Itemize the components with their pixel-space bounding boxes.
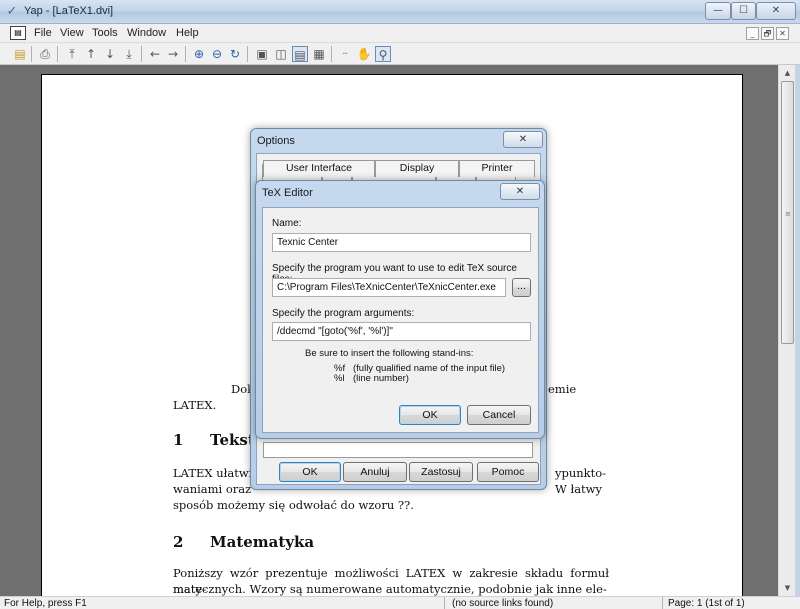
doc-text-fragment: LATEX.	[173, 398, 217, 412]
scroll-thumb[interactable]: ≡	[781, 81, 794, 344]
section-title: Matematyka	[210, 533, 315, 551]
menu-bar: ▤ File View Tools Window Help _ 🗗 ✕	[0, 24, 800, 43]
menu-view[interactable]: View	[60, 27, 84, 39]
tab-printer[interactable]: Printer	[459, 160, 535, 177]
tex-editor-ok-button[interactable]: OK	[399, 405, 461, 425]
options-tabs-front-row: User Interface Display Printer	[263, 160, 535, 177]
options-cancel-button[interactable]: Anuluj	[343, 462, 407, 482]
zoom-in-icon[interactable]: ⊕	[191, 46, 207, 62]
forward-icon[interactable]: →	[165, 46, 181, 62]
back-icon[interactable]: ←	[147, 46, 163, 62]
mdi-restore-button[interactable]: 🗗	[761, 27, 774, 40]
continuous-icon[interactable]: ▤	[292, 46, 308, 62]
mdi-close-button[interactable]: ✕	[776, 27, 789, 40]
doc-text-line: matycznych. Wzory są numerowane automaty…	[173, 582, 607, 596]
status-source-links: (no source links found)	[452, 598, 554, 609]
options-ok-button[interactable]: OK	[279, 462, 341, 482]
first-page-icon[interactable]: ⤒	[64, 46, 80, 62]
program-path-field[interactable]: C:\Program Files\TeXnicCenter\TeXnicCent…	[272, 278, 506, 297]
doc-text-fragment: emie	[548, 382, 577, 396]
options-close-button[interactable]: ✕	[503, 131, 543, 148]
status-help-text: For Help, press F1	[4, 598, 87, 609]
yap-app-icon[interactable]: ✓	[4, 4, 20, 20]
section-number: 1	[173, 431, 184, 449]
close-button[interactable]: ✕	[756, 2, 796, 20]
vertical-scrollbar[interactable]: ▲ ≡ ▼	[778, 65, 795, 596]
menu-tools[interactable]: Tools	[92, 27, 118, 39]
doc-text-fragment: LATEX ułatwi	[173, 466, 253, 480]
magnifier-icon[interactable]: ⚲	[375, 46, 391, 62]
arguments-label: Specify the program arguments:	[272, 308, 415, 319]
print-icon[interactable]: ⎙	[37, 46, 53, 62]
title-bar: ✓ Yap - [LaTeX1.dvi] — ☐ ✕	[0, 0, 800, 24]
refresh-icon[interactable]: ↻	[227, 46, 243, 62]
scroll-up-icon[interactable]: ▲	[779, 65, 796, 81]
tab-display[interactable]: Display	[375, 160, 459, 177]
tex-editor-cancel-button[interactable]: Cancel	[467, 405, 531, 425]
name-label: Name:	[272, 218, 302, 229]
name-field[interactable]: Texnic Center	[272, 233, 531, 252]
browse-button[interactable]: ...	[512, 278, 531, 297]
tex-editor-dialog-title: TeX Editor	[262, 187, 313, 199]
hand-tool-icon[interactable]: ✋	[356, 46, 372, 62]
standin-description: (line number)	[353, 373, 409, 384]
menu-window[interactable]: Window	[127, 27, 166, 39]
doc-text-fragment: ypunkto-	[555, 466, 607, 480]
tab-user-interface[interactable]: User Interface	[263, 160, 375, 177]
single-page-icon[interactable]: ▣	[254, 46, 270, 62]
doc-text-fragment: waniami oraz	[173, 482, 252, 496]
tex-editor-dialog-body: Name: Texnic Center Specify the program …	[262, 207, 539, 433]
standin-key: %l	[334, 373, 345, 384]
section-number: 2	[173, 533, 184, 551]
status-bar: For Help, press F1 (no source links foun…	[0, 596, 800, 609]
open-icon[interactable]: ▤	[12, 46, 28, 62]
window-frame-edge	[795, 65, 800, 596]
status-page-indicator: Page: 1 (1st of 1)	[668, 598, 745, 609]
standins-title: Be sure to insert the following stand-in…	[305, 348, 474, 359]
minimize-button[interactable]: —	[705, 2, 731, 20]
doc-text-line: sposób możemy się odwołać do wzoru ??.	[173, 498, 414, 512]
maximize-button[interactable]: ☐	[731, 2, 756, 20]
scroll-down-icon[interactable]: ▼	[779, 580, 796, 596]
options-help-button[interactable]: Pomoc	[477, 462, 539, 482]
continuous-double-icon[interactable]: ▦	[311, 46, 327, 62]
arguments-field[interactable]: /ddecmd "[goto('%f', '%l')]"	[272, 322, 531, 341]
double-page-icon[interactable]: ◫	[273, 46, 289, 62]
section-title: Tekst	[210, 431, 255, 449]
options-panel-edge	[263, 442, 533, 458]
previous-page-icon[interactable]: ↑	[83, 46, 99, 62]
toolbar: ▤ ⎙ ⤒ ↑ ↓ ⤓ ← → ⊕ ⊖ ↻ ▣ ◫ ▤ ▦ ┄ ✋ ⚲	[0, 43, 800, 65]
options-apply-button[interactable]: Zastosuj	[409, 462, 473, 482]
mdi-minimize-button[interactable]: _	[746, 27, 759, 40]
zoom-out-icon[interactable]: ⊖	[209, 46, 225, 62]
window-title: Yap - [LaTeX1.dvi]	[24, 5, 114, 17]
ruler-icon[interactable]: ┄	[337, 46, 353, 62]
next-page-icon[interactable]: ↓	[102, 46, 118, 62]
menu-file[interactable]: File	[34, 27, 52, 39]
doc-text-fragment: W łatwy	[555, 482, 603, 496]
tex-editor-close-button[interactable]: ✕	[500, 183, 540, 200]
menu-help[interactable]: Help	[176, 27, 199, 39]
document-icon[interactable]: ▤	[10, 26, 26, 40]
options-dialog-title: Options	[257, 135, 295, 147]
tex-editor-dialog: TeX Editor ✕ Name: Texnic Center Specify…	[255, 180, 545, 439]
last-page-icon[interactable]: ⤓	[121, 46, 137, 62]
